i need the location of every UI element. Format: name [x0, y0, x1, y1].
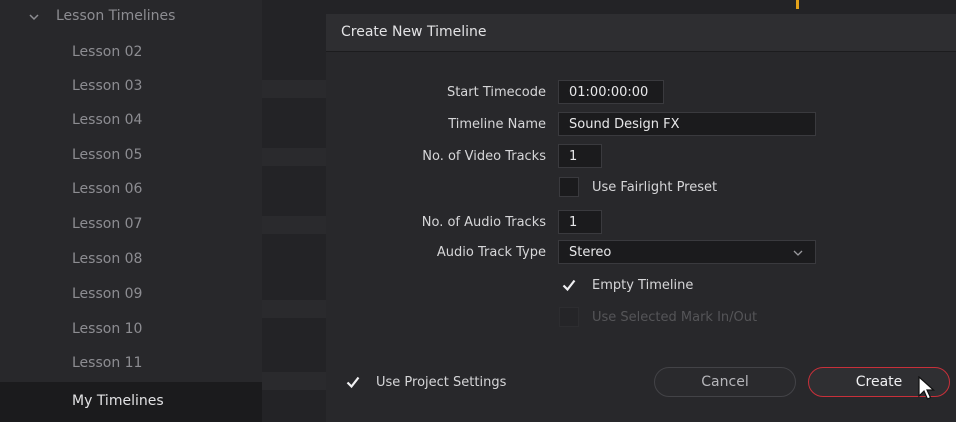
sidebar-item-label: Lesson 04 — [72, 112, 143, 128]
use-project-settings-checkbox[interactable] — [343, 372, 363, 392]
audio-tracks-input[interactable]: 1 — [558, 210, 602, 234]
chevron-down-icon — [793, 250, 803, 256]
sidebar-item-lesson-07[interactable]: Lesson 07 — [0, 208, 262, 242]
audio-track-type-value: Stereo — [569, 245, 612, 260]
video-tracks-value: 1 — [569, 149, 578, 164]
audio-tracks-label: No. of Audio Tracks — [421, 215, 546, 230]
cancel-button[interactable]: Cancel — [654, 367, 796, 397]
timeline-name-value: Sound Design FX — [569, 117, 680, 132]
background-clip — [262, 148, 328, 166]
sidebar: Lesson Timelines Lesson 02 Lesson 03 Les… — [0, 0, 262, 422]
background-clip — [262, 216, 328, 234]
sidebar-item-lesson-10[interactable]: Lesson 10 — [0, 313, 262, 347]
sidebar-item-label: Lesson 10 — [72, 321, 143, 337]
start-timecode-input[interactable]: 01:00:00:00 — [558, 80, 664, 104]
sidebar-item-label: Lesson 07 — [72, 216, 143, 232]
selected-mark-checkbox[interactable] — [559, 307, 579, 327]
start-timecode-label: Start Timecode — [446, 85, 546, 100]
sidebar-item-label: Lesson 05 — [72, 147, 143, 163]
sidebar-item-label: Lesson 06 — [72, 181, 143, 197]
sidebar-group-label: Lesson Timelines — [56, 8, 176, 24]
timeline-name-input[interactable]: Sound Design FX — [558, 112, 816, 136]
fairlight-preset-checkbox[interactable] — [559, 177, 579, 197]
sidebar-item-label: Lesson 11 — [72, 355, 143, 371]
sidebar-item-my-timelines[interactable]: My Timelines — [0, 382, 262, 422]
audio-tracks-value: 1 — [569, 215, 578, 230]
use-project-settings-label: Use Project Settings — [376, 375, 507, 390]
background-clip — [262, 372, 328, 390]
create-timeline-dialog: Create New Timeline Start Timecode 01:00… — [326, 14, 956, 422]
background-clip — [262, 300, 328, 318]
sidebar-item-lesson-11[interactable]: Lesson 11 — [0, 347, 262, 381]
sidebar-item-lesson-05[interactable]: Lesson 05 — [0, 139, 262, 173]
sidebar-item-label: Lesson 09 — [72, 286, 143, 302]
audio-track-type-dropdown[interactable]: Stereo — [558, 240, 816, 264]
empty-timeline-checkbox[interactable] — [559, 275, 579, 295]
dialog-title: Create New Timeline — [341, 24, 487, 40]
sidebar-item-lesson-02[interactable]: Lesson 02 — [0, 36, 262, 70]
empty-timeline-label: Empty Timeline — [592, 278, 694, 293]
selected-mark-label: Use Selected Mark In/Out — [592, 310, 758, 325]
sidebar-item-label: Lesson 02 — [72, 44, 143, 60]
sidebar-item-lesson-03[interactable]: Lesson 03 — [0, 70, 262, 104]
checkmark-icon — [562, 279, 576, 292]
fairlight-preset-label: Use Fairlight Preset — [592, 180, 718, 195]
audio-track-type-label: Audio Track Type — [436, 245, 546, 260]
start-timecode-value: 01:00:00:00 — [569, 85, 649, 100]
video-tracks-label: No. of Video Tracks — [422, 149, 546, 164]
video-tracks-input[interactable]: 1 — [558, 144, 602, 168]
background-clip — [262, 80, 328, 98]
mouse-cursor-icon — [918, 376, 936, 400]
sidebar-item-lesson-08[interactable]: Lesson 08 — [0, 243, 262, 277]
checkmark-icon — [346, 376, 360, 389]
sidebar-item-label: My Timelines — [72, 393, 164, 409]
sidebar-group-lesson-timelines[interactable]: Lesson Timelines — [0, 0, 262, 36]
timeline-name-label: Timeline Name — [448, 117, 546, 132]
sidebar-item-lesson-04[interactable]: Lesson 04 — [0, 104, 262, 138]
dialog-header: Create New Timeline — [326, 14, 956, 52]
sidebar-item-label: Lesson 03 — [72, 78, 143, 94]
playhead-marker — [796, 0, 799, 9]
chevron-down-icon[interactable] — [28, 11, 40, 23]
sidebar-item-label: Lesson 08 — [72, 251, 143, 267]
sidebar-item-lesson-06[interactable]: Lesson 06 — [0, 173, 262, 207]
sidebar-item-lesson-09[interactable]: Lesson 09 — [0, 278, 262, 312]
